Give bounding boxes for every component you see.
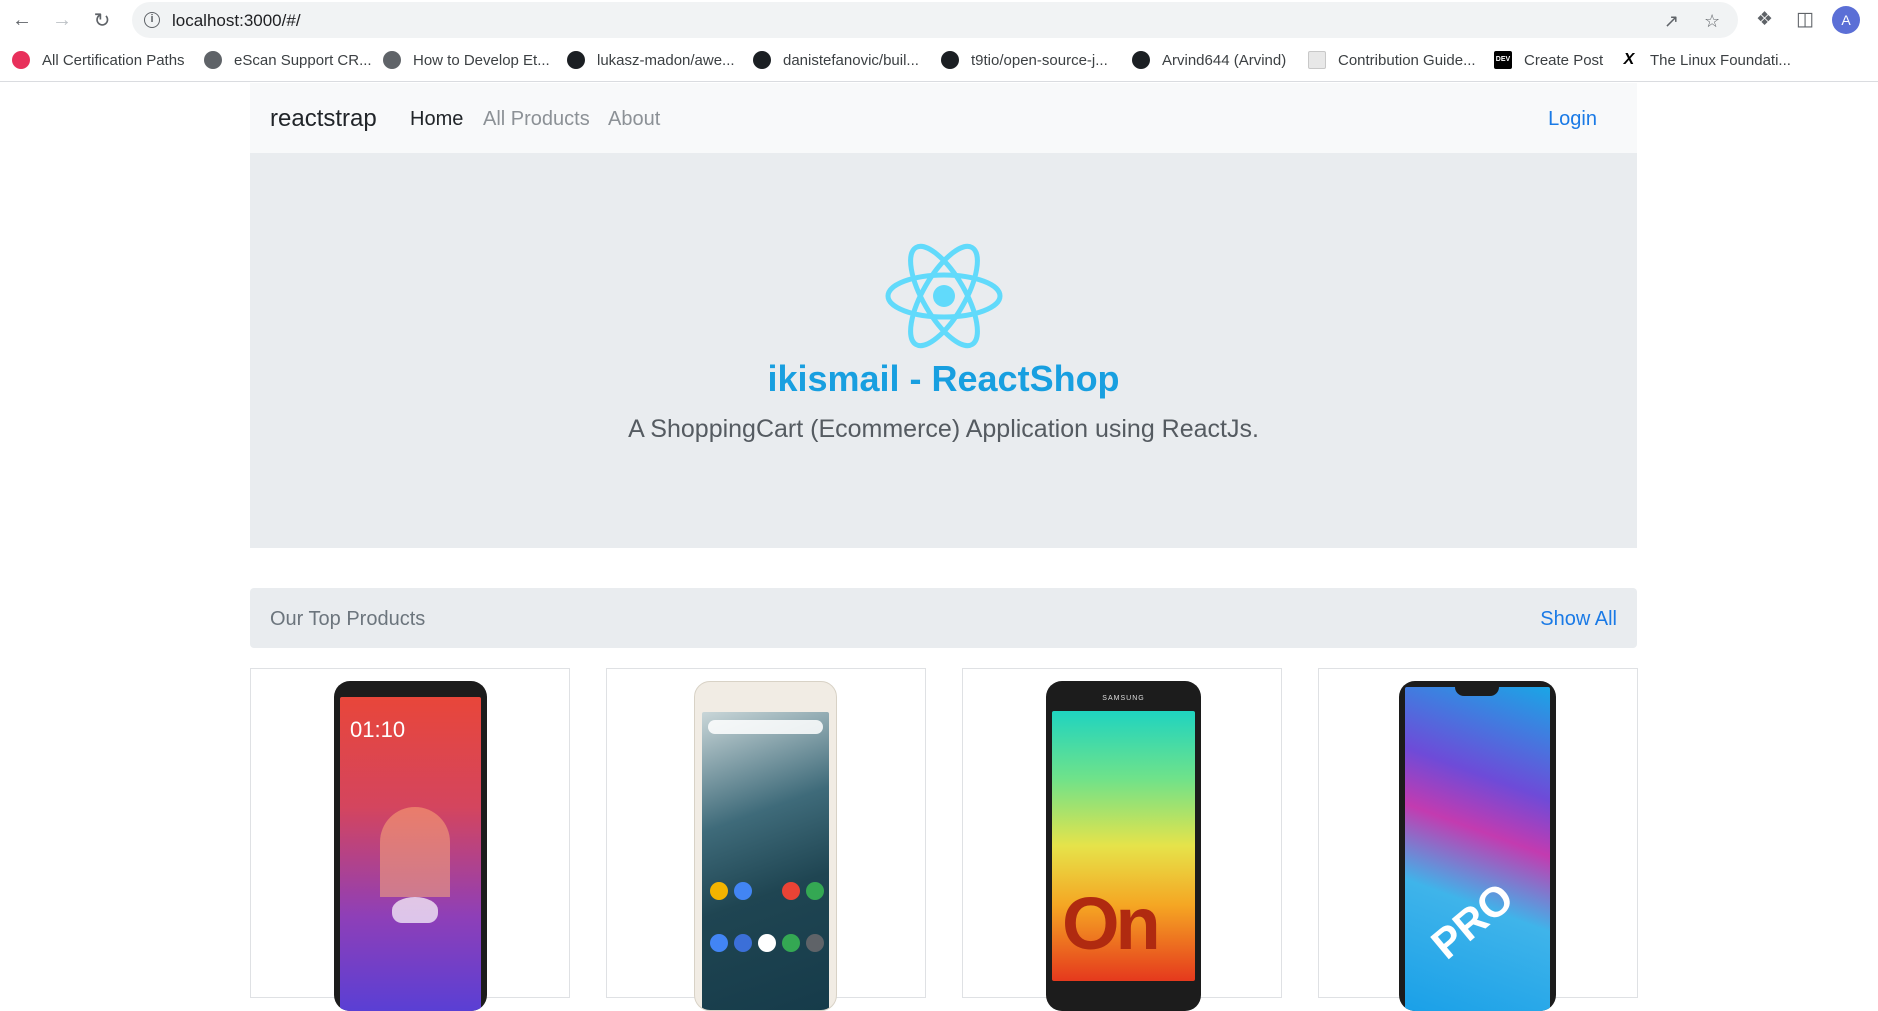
react-logo-icon bbox=[885, 243, 1003, 349]
profile-avatar[interactable]: A bbox=[1832, 6, 1860, 34]
product-card[interactable]: SAMSUNG On bbox=[962, 668, 1282, 1011]
samsung-galaxy-on-phone-image[interactable]: SAMSUNG On bbox=[1046, 681, 1201, 1011]
bookmark-label: Create Post bbox=[1524, 51, 1604, 69]
bookmark-item[interactable]: t9tio/open-source-j... bbox=[941, 50, 1108, 70]
bookmark-label: How to Develop Et... bbox=[413, 51, 550, 69]
bookmark-item[interactable]: How to Develop Et... bbox=[383, 50, 550, 70]
navbar-brand[interactable]: reactstrap bbox=[270, 105, 377, 133]
bookmark-label: The Linux Foundati... bbox=[1650, 51, 1791, 69]
forward-arrow-icon[interactable]: → bbox=[48, 6, 76, 34]
nav-link-home[interactable]: Home bbox=[410, 108, 463, 131]
hero-title: ikismail - ReactShop bbox=[767, 358, 1120, 399]
bookmark-star-icon[interactable]: ☆ bbox=[1704, 11, 1720, 32]
product-card[interactable]: 01:10 bbox=[250, 668, 570, 1011]
bookmark-label: Contribution Guide... bbox=[1338, 51, 1476, 69]
bookmark-item[interactable]: lukasz-madon/awe... bbox=[567, 50, 735, 70]
address-url: localhost:3000/#/ bbox=[172, 11, 301, 30]
oppo-phone-image[interactable]: 01:10 bbox=[334, 681, 487, 1011]
globe-icon bbox=[383, 51, 401, 69]
product-card[interactable]: PRO bbox=[1318, 668, 1638, 1011]
bookmark-label: Arvind644 (Arvind) bbox=[1162, 51, 1287, 69]
bookmark-label: danistefanovic/buil... bbox=[783, 51, 919, 69]
product-card[interactable] bbox=[606, 668, 926, 1011]
globe-icon bbox=[204, 51, 222, 69]
phone-clock: 01:10 bbox=[350, 717, 406, 742]
bookmark-item[interactable]: eScan Support CR... bbox=[204, 50, 372, 70]
address-bar[interactable]: i localhost:3000/#/ ↗ ☆ bbox=[132, 2, 1738, 38]
nav-link-about[interactable]: About bbox=[608, 108, 660, 131]
site-navbar: reactstrap Home All Products About Login bbox=[250, 83, 1637, 153]
reload-icon[interactable]: ↻ bbox=[88, 6, 116, 34]
bookmark-item[interactable]: Contribution Guide... bbox=[1308, 50, 1476, 70]
linux-foundation-icon: X bbox=[1623, 51, 1635, 68]
browser-toolbar: ← → ↻ i localhost:3000/#/ ↗ ☆ ❖ ◫ A bbox=[0, 0, 1878, 40]
bookmark-item[interactable]: Arvind644 (Arvind) bbox=[1132, 50, 1286, 70]
bookmark-item[interactable]: danistefanovic/buil... bbox=[753, 50, 919, 70]
bookmark-label: t9tio/open-source-j... bbox=[971, 51, 1108, 69]
hero-subtitle: A ShoppingCart (Ecommerce) Application u… bbox=[628, 415, 1259, 443]
document-icon bbox=[1308, 51, 1326, 69]
certification-icon bbox=[12, 51, 30, 69]
bookmark-label: lukasz-madon/awe... bbox=[597, 51, 735, 69]
back-arrow-icon[interactable]: ← bbox=[8, 6, 36, 34]
share-icon[interactable]: ↗ bbox=[1664, 11, 1679, 32]
bookmark-item[interactable]: X The Linux Foundati... bbox=[1620, 50, 1791, 70]
bookmark-label: eScan Support CR... bbox=[234, 51, 372, 69]
phone-screen-text: PRO bbox=[1422, 873, 1523, 968]
vivo-pro-phone-image[interactable]: PRO bbox=[1399, 681, 1556, 1011]
dev-icon: DEV bbox=[1494, 51, 1512, 69]
show-all-link[interactable]: Show All bbox=[1540, 608, 1617, 631]
bookmark-item[interactable]: DEV Create Post bbox=[1494, 50, 1603, 70]
bookmark-item[interactable]: All Certification Paths bbox=[12, 50, 185, 70]
phone-brand-text: SAMSUNG bbox=[1102, 695, 1145, 702]
xiaomi-phone-image[interactable] bbox=[694, 681, 837, 1011]
hero-jumbotron: ikismail - ReactShop A ShoppingCart (Eco… bbox=[250, 153, 1637, 548]
github-icon bbox=[941, 51, 959, 69]
github-icon bbox=[567, 51, 585, 69]
github-icon bbox=[1132, 51, 1150, 69]
github-icon bbox=[753, 51, 771, 69]
top-products-header: Our Top Products Show All bbox=[250, 588, 1637, 648]
bookmark-label: All Certification Paths bbox=[42, 51, 185, 69]
nav-link-all-products[interactable]: All Products bbox=[483, 108, 590, 131]
extensions-puzzle-icon[interactable]: ❖ bbox=[1756, 8, 1773, 31]
login-link[interactable]: Login bbox=[1548, 108, 1597, 131]
info-icon[interactable]: i bbox=[144, 12, 160, 28]
side-panel-icon[interactable]: ◫ bbox=[1796, 8, 1814, 31]
browser-chrome: ← → ↻ i localhost:3000/#/ ↗ ☆ ❖ ◫ A All … bbox=[0, 0, 1878, 82]
section-title: Our Top Products bbox=[270, 608, 426, 630]
phone-screen-text: On bbox=[1062, 882, 1161, 965]
bookmarks-bar: All Certification Paths eScan Support CR… bbox=[0, 44, 1878, 76]
